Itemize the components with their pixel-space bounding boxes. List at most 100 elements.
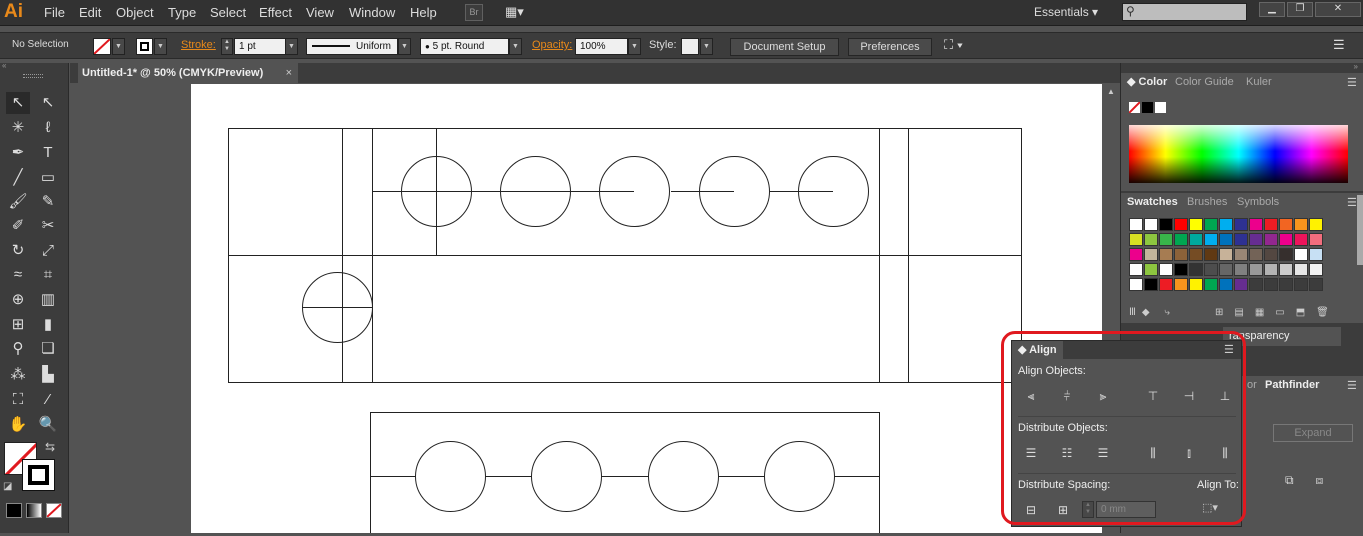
swatch[interactable] — [1129, 233, 1143, 246]
color-panel-menu-icon[interactable]: ☰ — [1347, 76, 1357, 89]
tab-color-guide[interactable]: Color Guide — [1169, 73, 1240, 92]
rectangle-tool-icon[interactable]: ▭ — [36, 167, 60, 189]
swatch[interactable] — [1159, 218, 1173, 231]
swatch[interactable] — [1129, 278, 1143, 291]
swatch[interactable] — [1219, 233, 1233, 246]
swatch[interactable] — [1189, 263, 1203, 276]
black-color-icon[interactable] — [1142, 102, 1153, 113]
swatches-panel-menu-icon[interactable]: ☰ — [1347, 196, 1357, 209]
swatch-actions-icons[interactable]: ⊞▤▦▭⬒🗑 — [1215, 307, 1340, 318]
tab-brushes[interactable]: Brushes — [1181, 193, 1233, 212]
document-tab[interactable]: Untitled-1* @ 50% (CMYK/Preview) × — [78, 63, 298, 83]
opacity-label[interactable]: Opacity: — [532, 39, 572, 51]
tab-swatches[interactable]: Swatches — [1121, 193, 1184, 212]
menu-window[interactable]: Window — [349, 5, 395, 20]
style-dropdown[interactable]: ▼ — [700, 38, 713, 55]
swatch[interactable] — [1294, 218, 1308, 231]
menu-type[interactable]: Type — [168, 5, 196, 20]
eyedropper-tool-icon[interactable]: ⚲ — [6, 338, 30, 360]
tools-grip[interactable] — [23, 74, 43, 78]
arrange-documents-icon[interactable]: ▦▾ — [505, 4, 531, 21]
swatch[interactable] — [1159, 248, 1173, 261]
swatch[interactable] — [1189, 218, 1203, 231]
blob-brush-tool-icon[interactable]: ✐ — [6, 215, 30, 237]
fill-swatch[interactable] — [93, 38, 111, 55]
swatch[interactable] — [1264, 263, 1278, 276]
tab-color[interactable]: ◆ Color — [1121, 73, 1174, 92]
swatch[interactable] — [1234, 218, 1248, 231]
artboard[interactable] — [191, 84, 1102, 536]
swatch[interactable] — [1144, 263, 1158, 276]
swatch[interactable] — [1204, 263, 1218, 276]
opacity-dropdown[interactable]: ▼ — [628, 38, 641, 55]
menu-edit[interactable]: Edit — [79, 5, 101, 20]
tab-pathfinder[interactable]: Pathfinder — [1259, 376, 1326, 395]
swatch[interactable] — [1279, 278, 1293, 291]
swatch[interactable] — [1279, 218, 1293, 231]
swatch[interactable] — [1174, 233, 1188, 246]
close-tab-icon[interactable]: × — [286, 63, 292, 83]
swatch[interactable] — [1249, 218, 1263, 231]
swatch[interactable] — [1264, 278, 1278, 291]
zoom-tool-icon[interactable]: 🔍 — [36, 414, 60, 436]
swatch[interactable] — [1234, 233, 1248, 246]
swatch[interactable] — [1294, 263, 1308, 276]
swatch[interactable] — [1294, 248, 1308, 261]
swatch-library-icons[interactable]: Ⅲ◆ ⤷ — [1129, 307, 1176, 318]
menu-select[interactable]: Select — [210, 5, 246, 20]
swatch[interactable] — [1174, 263, 1188, 276]
color-spectrum[interactable] — [1129, 125, 1348, 183]
pathfinder-menu-icon[interactable]: ☰ — [1347, 379, 1357, 392]
document-setup-button[interactable]: Document Setup — [730, 38, 839, 56]
workspace-switcher[interactable]: Essentials ▾ — [1034, 5, 1098, 19]
maximize-button[interactable]: ❐ — [1287, 2, 1313, 17]
swatch[interactable] — [1204, 218, 1218, 231]
gradient-tool-icon[interactable]: ▮ — [36, 314, 60, 336]
swatch[interactable] — [1144, 233, 1158, 246]
stroke-swatch[interactable] — [136, 38, 153, 55]
menu-effect[interactable]: Effect — [259, 5, 292, 20]
swatch[interactable] — [1234, 248, 1248, 261]
swatch[interactable] — [1219, 248, 1233, 261]
profile-dropdown[interactable]: ▼ — [398, 38, 411, 55]
graphic-style-swatch[interactable] — [681, 38, 699, 55]
swatch[interactable] — [1159, 263, 1173, 276]
color-mode-icon[interactable] — [6, 503, 22, 518]
stroke-dropdown[interactable]: ▼ — [154, 38, 167, 55]
swatch[interactable] — [1234, 278, 1248, 291]
swatch[interactable] — [1309, 218, 1323, 231]
stroke-label[interactable]: Stroke: — [181, 39, 216, 51]
swatch[interactable] — [1309, 263, 1323, 276]
swatch[interactable] — [1144, 278, 1158, 291]
swatch[interactable] — [1189, 248, 1203, 261]
bridge-button[interactable]: Br — [465, 4, 483, 21]
none-color-icon[interactable] — [1129, 102, 1140, 113]
pen-tool-icon[interactable]: ✒ — [6, 142, 30, 164]
swatch[interactable] — [1219, 263, 1233, 276]
default-fill-stroke-icon[interactable]: ◪ — [3, 481, 12, 492]
pathfinder-icons[interactable]: ⧉⧈ — [1285, 473, 1345, 488]
swatch[interactable] — [1204, 233, 1218, 246]
scroll-up-icon[interactable]: ▲ — [1102, 87, 1120, 96]
swatch[interactable] — [1174, 278, 1188, 291]
swap-fill-stroke-icon[interactable]: ⇆ — [45, 440, 55, 454]
menu-view[interactable]: View — [306, 5, 334, 20]
swatch[interactable] — [1174, 218, 1188, 231]
opacity-field[interactable]: 100% — [575, 38, 628, 55]
mesh-tool-icon[interactable]: ⊞ — [6, 314, 30, 336]
swatch[interactable] — [1309, 233, 1323, 246]
stroke-weight-dropdown[interactable]: ▼ — [285, 38, 298, 55]
brush-dropdown[interactable]: ▼ — [509, 38, 522, 55]
expand-button[interactable]: Expand — [1273, 424, 1353, 442]
stroke-stepper[interactable]: ▲ ▼ — [221, 38, 233, 55]
swatch[interactable] — [1219, 218, 1233, 231]
type-tool-icon[interactable]: T — [36, 142, 60, 164]
gradient-mode-icon[interactable] — [26, 503, 42, 518]
swatch[interactable] — [1204, 278, 1218, 291]
swatch[interactable] — [1189, 278, 1203, 291]
dock-collapse-icon[interactable]: » — [1121, 63, 1363, 72]
swatch[interactable] — [1309, 248, 1323, 261]
swatch[interactable] — [1294, 278, 1308, 291]
line-tool-icon[interactable]: ╱ — [6, 167, 30, 189]
stroke-weight-field[interactable]: 1 pt — [234, 38, 286, 55]
